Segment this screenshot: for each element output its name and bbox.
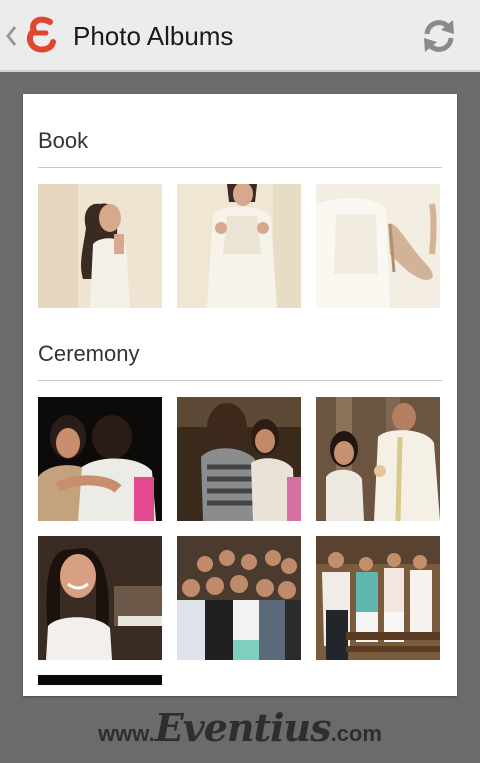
photo-thumbnail[interactable] — [177, 184, 301, 308]
album-title-ceremony: Ceremony — [38, 341, 140, 366]
footer-suffix: .com — [330, 721, 382, 746]
albums-card: Book Ceremony — [23, 94, 457, 696]
action-bar: Photo Albums — [0, 0, 480, 72]
refresh-button[interactable] — [418, 15, 460, 57]
app-logo[interactable] — [26, 14, 58, 56]
photo-thumbnail[interactable] — [177, 536, 301, 660]
footer-brand: www.Eventius.com — [0, 700, 480, 756]
photo-thumbnail[interactable] — [316, 397, 440, 521]
photo-thumbnail[interactable] — [316, 536, 440, 660]
footer-brand-name: Eventius — [154, 705, 332, 750]
photo-thumbnail[interactable] — [177, 397, 301, 521]
photo-thumbnail[interactable] — [38, 536, 162, 660]
photo-thumbnail[interactable] — [38, 397, 162, 521]
chevron-left-icon[interactable] — [4, 22, 18, 50]
footer-prefix: www. — [98, 721, 155, 746]
album-title-book: Book — [38, 128, 89, 153]
divider — [38, 167, 442, 168]
photo-thumbnail[interactable] — [38, 675, 162, 696]
page-title: Photo Albums — [73, 21, 234, 51]
photo-thumbnail[interactable] — [38, 184, 162, 308]
photo-thumbnail[interactable] — [316, 184, 440, 308]
refresh-icon — [424, 20, 454, 52]
divider — [38, 380, 442, 381]
